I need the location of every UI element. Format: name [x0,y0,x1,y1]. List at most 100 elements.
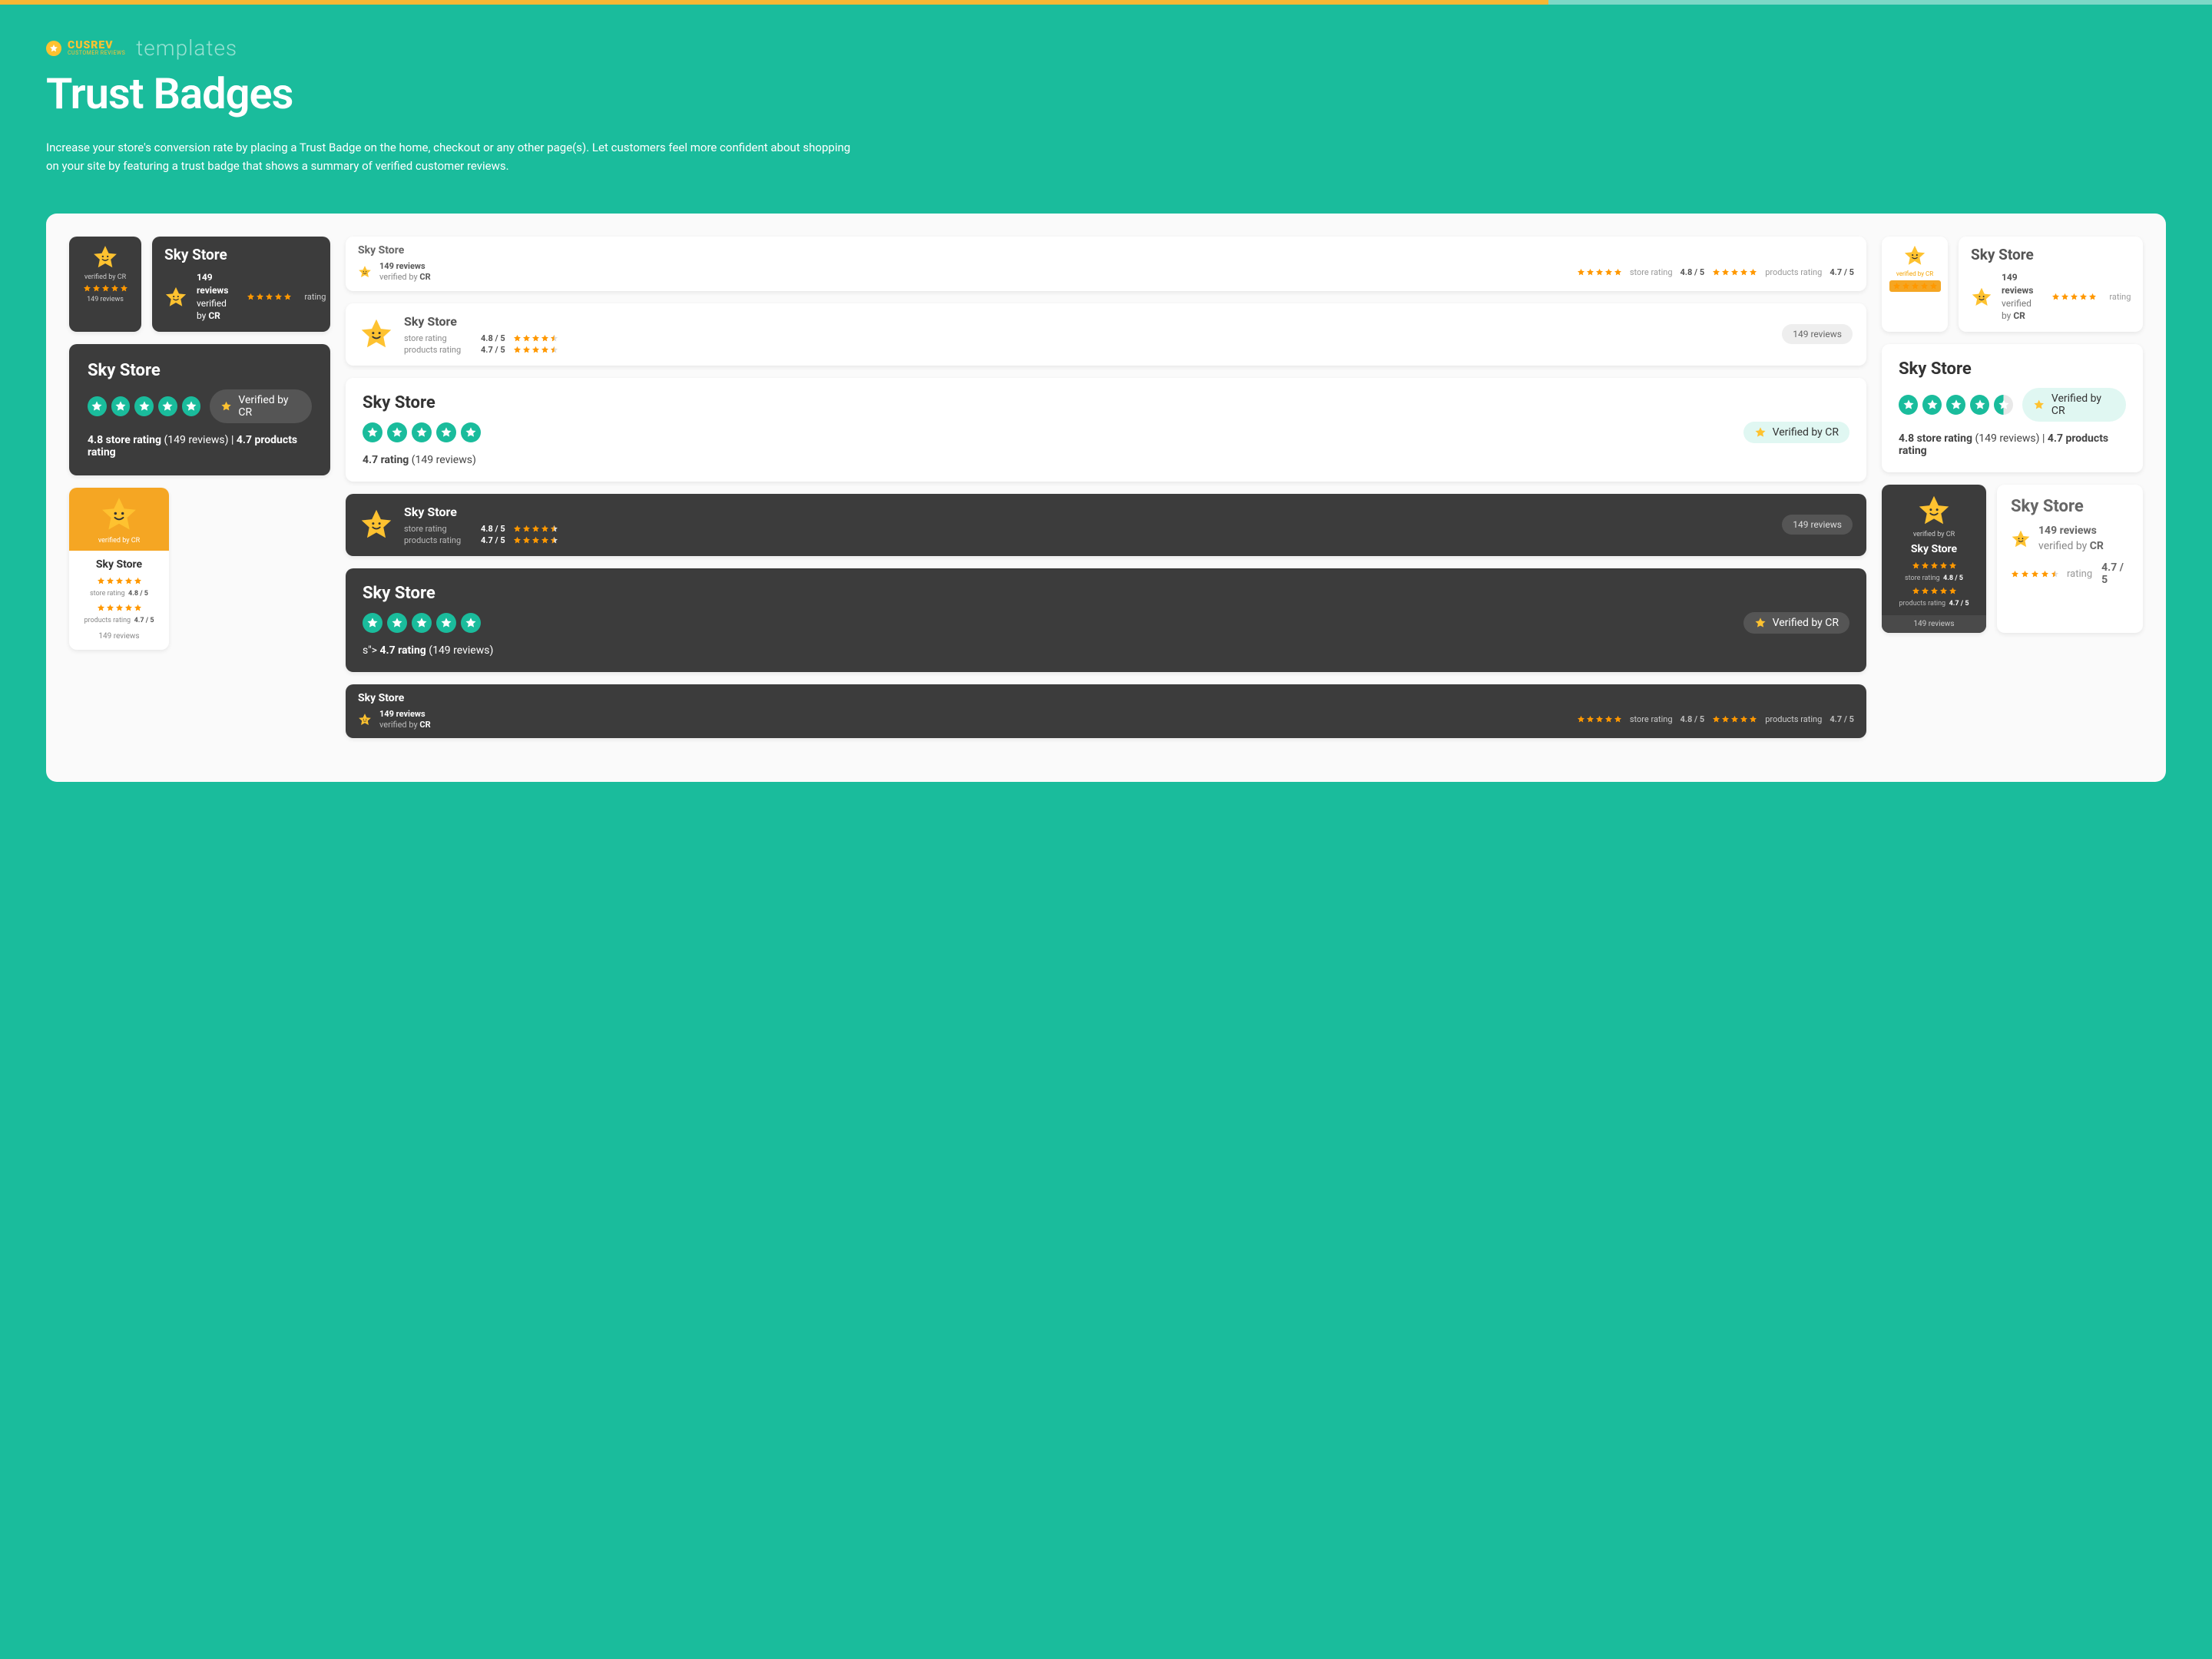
smiley-star-icon [1903,244,1926,267]
smiley-star-icon [358,265,372,279]
badge-light-column: Sky Store 149 reviews verified by CR rat… [1997,485,2143,633]
smiley-star-icon [1971,286,1992,308]
store-rating-line: store rating 4.8 / 5 [74,590,164,598]
templates-label: templates [136,35,237,61]
smiley-star-icon [100,495,138,534]
star-rating-icon [1712,268,1757,276]
star-icon [1970,395,1989,415]
store-name: Sky Store [1899,359,2126,379]
star-icon [412,422,432,442]
store-rating-label: store rating [404,524,473,534]
brand-name: CUSREV [68,40,125,51]
store-name: Sky Store [363,584,1849,603]
verified-label: verified by CR [1888,531,1980,538]
verified-label: verified by CR [2038,539,2104,555]
star-rating-icon [513,334,558,343]
products-rating-value: 4.7 / 5 [1830,714,1854,724]
verified-pill: Verified by CR [1743,612,1849,634]
products-rating-label: products rating [1765,714,1822,724]
products-rating-label: products rating [1765,267,1822,277]
badge-large-dark: Sky Store Verified by CR 4.8 store ratin… [69,344,330,475]
store-name: Sky Store [358,244,1854,257]
verified-pill: Verified by CR [1743,422,1849,443]
badge-light-large-2: Sky Store Verified by CR 4.8 store ratin… [1882,344,2143,472]
store-name: Sky Store [363,393,1849,412]
page-description: Increase your store's conversion rate by… [46,138,860,175]
smiley-star-icon [164,286,187,309]
products-rating-line: products rating 4.7 / 5 [1888,600,1980,608]
badge-dark-large: Sky Store Verified by CR s"> 4.7 rating … [346,568,1866,672]
store-name: Sky Store [358,692,1854,704]
smiley-star-icon [1917,494,1951,528]
star-icon [88,396,107,416]
rating-summary: 4.7 rating (149 reviews) [363,454,1849,466]
star-rating-icon [1889,280,1941,292]
products-rating-value: 4.7 / 5 [481,535,505,545]
brand-logo: CUSREV CUSTOMER REVIEWS [46,40,125,56]
badge-light-line: Sky Store 149 reviews verified by CR sto… [346,237,1866,291]
store-rating-value: 4.8 / 5 [1681,267,1705,277]
star-rating-icon [83,284,128,293]
products-rating-label: products rating [404,345,473,355]
star-rating-icon [247,293,292,301]
store-rating-line: store rating 4.8 / 5 [1888,575,1980,582]
star-icon [1922,395,1942,415]
star-rating-icon [97,604,142,612]
star-rating-icon [1577,715,1622,724]
star-rating-icon [1912,587,1957,595]
rating-summary: 4.8 store rating (149 reviews) | 4.7 pro… [88,434,312,459]
review-count: 149 reviews [2002,271,2033,297]
review-count: 149 reviews [197,271,228,297]
star-icon [461,613,481,633]
star-icon [158,396,177,416]
smiley-star-icon [359,317,393,351]
badge-small-dark: verified by CR 149 reviews [69,237,141,332]
star-icon [387,613,407,633]
star-icon [46,41,61,56]
star-rating-icon [513,525,558,533]
products-rating-line: products rating 4.7 / 5 [74,617,164,624]
verified-pill: Verified by CR [210,389,312,423]
store-name: Sky Store [2011,497,2129,516]
star-icon [111,396,131,416]
rating-label: rating [2109,292,2131,302]
star-rating-icon [513,536,558,545]
star-rating-icon [2051,293,2097,301]
review-count-pill: 149 reviews [1782,515,1853,535]
store-rating-label: store rating [1630,714,1673,724]
star-icon [1899,395,1918,415]
rating-summary: s"> 4.7 rating (149 reviews) [363,644,1849,657]
store-rating-value: 4.8 / 5 [481,333,505,343]
verified-label: verified by CR [98,537,140,545]
star-rating-icon [1577,268,1622,276]
verified-label: verified by CR [379,272,431,283]
badge-dark-line: Sky Store 149 reviews verified by CR sto… [346,684,1866,739]
verified-label: verified by CR [84,273,126,281]
review-count: 149 reviews [87,296,124,303]
products-rating-value: 4.7 / 5 [1830,267,1854,277]
rating-value: 4.7 / 5 [2101,561,2129,586]
brand-tagline: CUSTOMER REVIEWS [68,51,125,56]
rating-summary: 4.8 store rating (149 reviews) | 4.7 pro… [1899,432,2126,457]
badge-gallery: verified by CR 149 reviews Sky Store 149… [46,214,2166,782]
badge-light-large: Sky Store Verified by CR 4.7 rating (149… [346,378,1866,482]
rating-label: rating [304,292,326,302]
star-icon [134,396,154,416]
store-name: Sky Store [164,246,318,263]
star-icon [436,422,456,442]
smiley-star-icon [92,244,118,270]
smiley-star-icon [2011,529,2031,549]
review-count: 149 reviews [74,632,164,641]
top-accent-bar [0,0,2212,5]
badge-light-row: Sky Store 149 reviews verified by CR rat… [1959,237,2143,332]
store-rating-label: store rating [1630,267,1673,277]
review-count: 149 reviews [379,261,431,272]
store-name: Sky Store [404,505,1771,519]
star-rating-icon [1712,715,1757,724]
review-count: 149 reviews [379,709,431,720]
products-rating-label: products rating [404,535,473,545]
store-name: Sky Store [1888,543,1980,555]
smiley-star-icon [358,713,372,727]
star-rating-icon [2011,570,2059,578]
review-count-pill: 149 reviews [1782,324,1853,344]
